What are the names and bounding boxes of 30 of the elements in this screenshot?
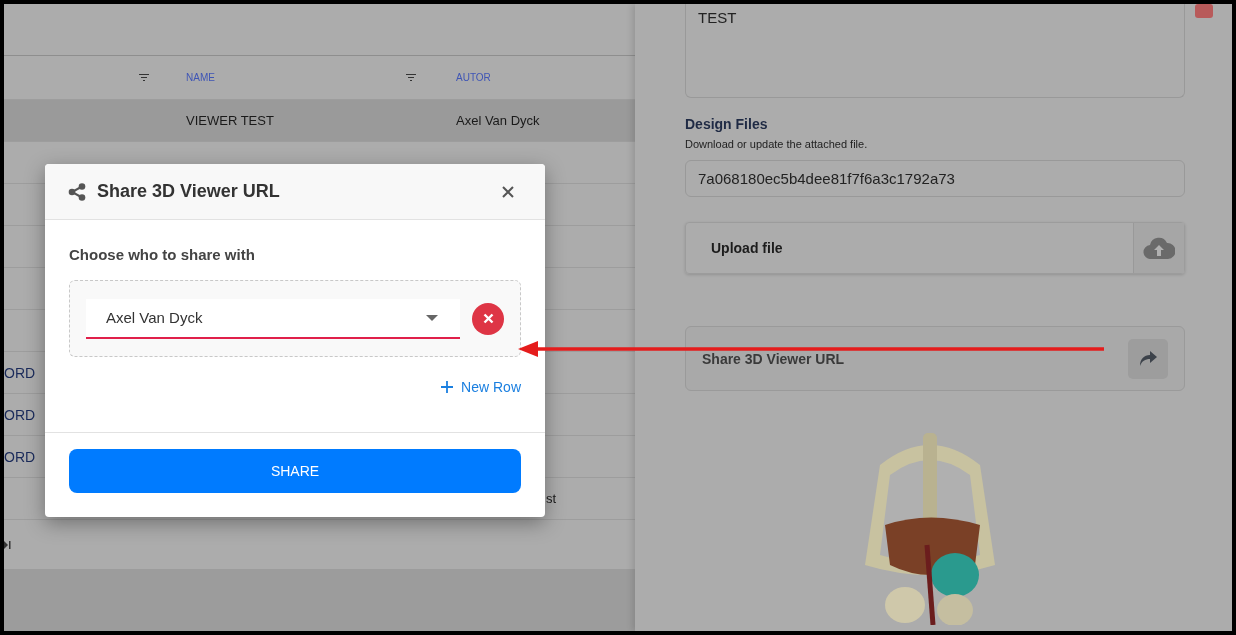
table-cell: st <box>546 491 557 506</box>
share-url-label: Share 3D Viewer URL <box>702 350 845 367</box>
notes-field[interactable]: TEST <box>685 4 1185 98</box>
remove-row-button[interactable] <box>472 302 504 335</box>
section-caption: Download or update the attached file. <box>685 138 869 150</box>
section-title: Design Files <box>685 116 769 132</box>
share-icon <box>68 182 86 201</box>
table-row[interactable]: VIEWER TEST Axel Van Dyck <box>4 99 635 141</box>
share-arrow-icon <box>1139 351 1157 366</box>
table-cell: Axel Van Dyck <box>456 113 540 128</box>
table-cell: ORD <box>4 406 36 423</box>
prompt-label: Choose who to share with <box>69 246 256 263</box>
cloud-upload-icon <box>1143 237 1175 259</box>
filter-icon[interactable] <box>406 74 416 81</box>
close-icon <box>482 313 494 324</box>
table-cell: ORD <box>4 448 36 465</box>
file-id-field[interactable]: 7a068180ec5b4dee81f7f6a3c1792a73 <box>685 160 1185 197</box>
recipient-select[interactable]: Axel Van Dyck <box>86 298 460 339</box>
share-submit-button[interactable]: SHARE <box>69 449 521 493</box>
share-button[interactable] <box>1128 338 1168 379</box>
new-row-link[interactable]: New Row <box>441 379 521 395</box>
plus-icon <box>441 381 454 393</box>
caret-icon <box>426 314 438 321</box>
filter-icon[interactable] <box>139 74 149 81</box>
upload-file-control[interactable]: Upload file <box>685 222 1185 274</box>
dialog-title: Share 3D Viewer URL <box>97 181 281 202</box>
table-cell: VIEWER TEST <box>186 113 274 128</box>
close-icon[interactable] <box>502 185 514 198</box>
table-cell: ORD <box>4 364 36 381</box>
last-page-icon[interactable] <box>4 539 11 550</box>
